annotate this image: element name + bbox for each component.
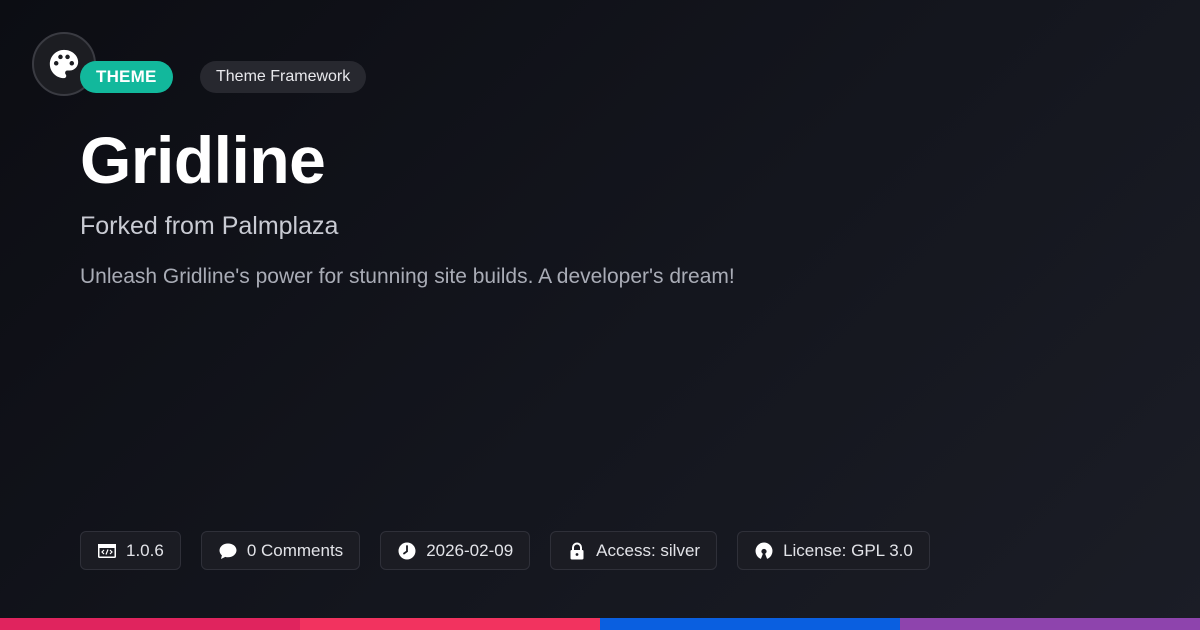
description: Unleash Gridline's power for stunning si… bbox=[80, 265, 735, 288]
forked-from-subtitle: Forked from Palmplaza bbox=[80, 212, 339, 240]
license-chip: License: GPL 3.0 bbox=[737, 531, 930, 570]
category-badge[interactable]: Theme Framework bbox=[200, 61, 367, 93]
access-chip: Access: silver bbox=[550, 531, 718, 570]
comment-icon bbox=[219, 543, 237, 559]
page-title: Gridline bbox=[80, 123, 326, 197]
stripe-segment bbox=[300, 618, 600, 630]
version-label: 1.0.6 bbox=[126, 540, 164, 560]
version-chip: 1.0.6 bbox=[80, 531, 181, 570]
comments-chip[interactable]: 0 Comments bbox=[200, 531, 361, 570]
type-badge: THEME bbox=[80, 61, 173, 93]
comments-label: 0 Comments bbox=[246, 540, 344, 560]
stripe-segment bbox=[900, 618, 1200, 630]
open-source-icon bbox=[755, 542, 773, 559]
color-stripe bbox=[0, 618, 1200, 630]
access-label: Access: silver bbox=[596, 540, 701, 560]
palette-icon bbox=[49, 49, 79, 79]
license-label: License: GPL 3.0 bbox=[783, 540, 913, 560]
lock-icon bbox=[570, 542, 584, 559]
stripe-segment bbox=[0, 618, 300, 630]
clock-icon bbox=[398, 542, 416, 559]
date-label: 2026-02-09 bbox=[426, 540, 514, 560]
code-icon bbox=[98, 543, 116, 558]
stripe-segment bbox=[600, 618, 900, 630]
meta-row: 1.0.6 0 Comments 2026-02-09 Access: silv… bbox=[80, 531, 930, 570]
date-chip: 2026-02-09 bbox=[380, 531, 531, 570]
